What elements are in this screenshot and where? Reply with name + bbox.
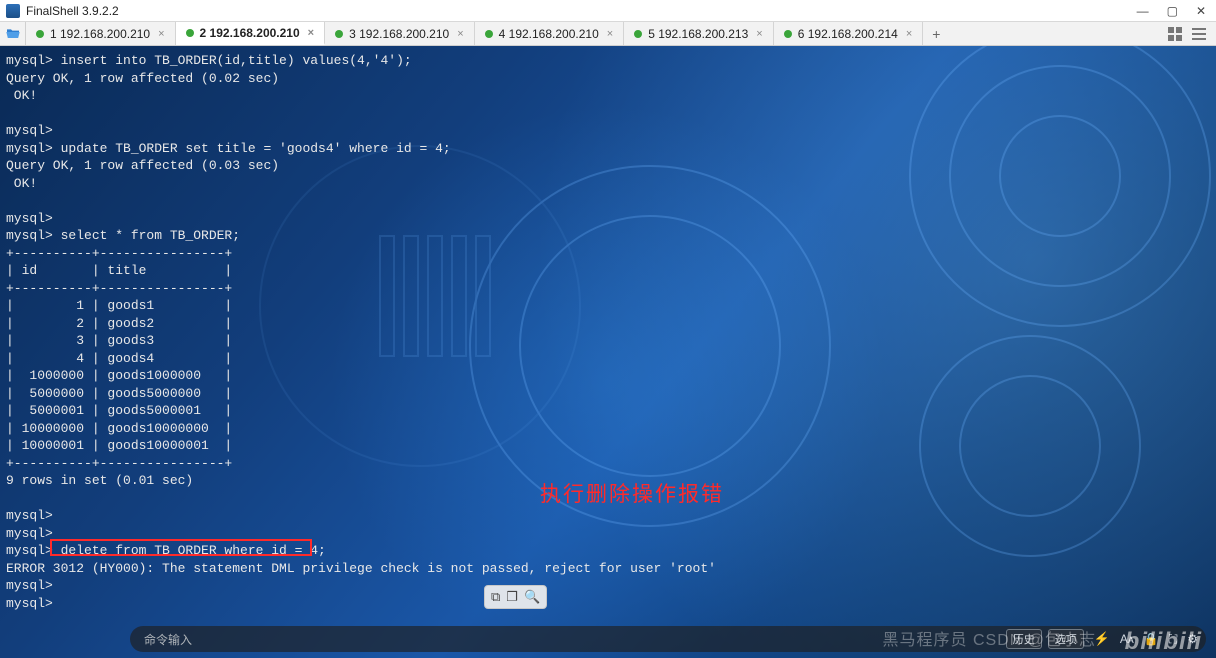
add-tab-button[interactable]: + — [923, 22, 949, 45]
tab-label: 2 192.168.200.210 — [200, 26, 300, 40]
status-dot-icon — [36, 30, 44, 38]
list-view-icon[interactable] — [1192, 27, 1206, 41]
tab-close-icon[interactable]: × — [457, 28, 463, 40]
tab-close-icon[interactable]: × — [756, 28, 762, 40]
tab-session-6[interactable]: 6 192.168.200.214 × — [774, 22, 924, 45]
tab-close-icon[interactable]: × — [158, 28, 164, 40]
minimize-button[interactable]: — — [1137, 4, 1149, 18]
tab-session-4[interactable]: 4 192.168.200.210 × — [475, 22, 625, 45]
tab-close-icon[interactable]: × — [308, 27, 314, 39]
toolbar-view-controls — [1158, 22, 1216, 45]
annotation-text: 执行删除操作报错 — [540, 478, 724, 508]
watermark-author: 黑马程序员 CSDN @包小志 — [883, 626, 1096, 650]
titlebar: FinalShell 3.9.2.2 — ▢ ✕ — [0, 0, 1216, 22]
copy-icon[interactable]: ⧉ — [491, 589, 500, 605]
close-button[interactable]: ✕ — [1196, 4, 1206, 18]
app-icon — [6, 4, 20, 18]
maximize-button[interactable]: ▢ — [1167, 4, 1178, 18]
tab-session-2[interactable]: 2 192.168.200.210 × — [176, 22, 326, 45]
status-dot-icon — [335, 30, 343, 38]
tab-session-5[interactable]: 5 192.168.200.213 × — [624, 22, 774, 45]
error-highlight-box — [50, 539, 312, 556]
bolt-icon[interactable]: ⚡ — [1094, 631, 1110, 647]
tab-label: 6 192.168.200.214 — [798, 27, 898, 41]
tab-label: 5 192.168.200.213 — [648, 27, 748, 41]
tab-close-icon[interactable]: × — [607, 28, 613, 40]
status-dot-icon — [634, 30, 642, 38]
toolbar: 1 192.168.200.210 × 2 192.168.200.210 × … — [0, 22, 1216, 46]
tab-label: 4 192.168.200.210 — [499, 27, 599, 41]
search-icon[interactable]: 🔍 — [524, 589, 540, 605]
status-dot-icon — [784, 30, 792, 38]
window-controls: — ▢ ✕ — [1137, 4, 1212, 18]
terminal-output[interactable]: mysql> insert into TB_ORDER(id,title) va… — [0, 46, 1216, 658]
command-input[interactable]: 命令输入 — [144, 631, 1000, 648]
tab-label: 1 192.168.200.210 — [50, 27, 150, 41]
folder-open-icon — [5, 26, 21, 42]
clip-icon[interactable]: ❐ — [506, 589, 518, 605]
tab-strip: 1 192.168.200.210 × 2 192.168.200.210 × … — [26, 22, 1158, 45]
watermark-bilibili: bilibili — [1125, 628, 1202, 656]
tab-session-1[interactable]: 1 192.168.200.210 × — [26, 22, 176, 45]
status-dot-icon — [485, 30, 493, 38]
terminal-pane[interactable]: mysql> insert into TB_ORDER(id,title) va… — [0, 46, 1216, 658]
status-dot-icon — [186, 29, 194, 37]
tab-session-3[interactable]: 3 192.168.200.210 × — [325, 22, 475, 45]
tab-close-icon[interactable]: × — [906, 28, 912, 40]
floating-mini-toolbar: ⧉ ❐ 🔍 — [484, 585, 547, 609]
open-folder-button[interactable] — [0, 22, 26, 45]
window-title: FinalShell 3.9.2.2 — [26, 4, 119, 18]
grid-view-icon[interactable] — [1168, 27, 1182, 41]
tab-label: 3 192.168.200.210 — [349, 27, 449, 41]
